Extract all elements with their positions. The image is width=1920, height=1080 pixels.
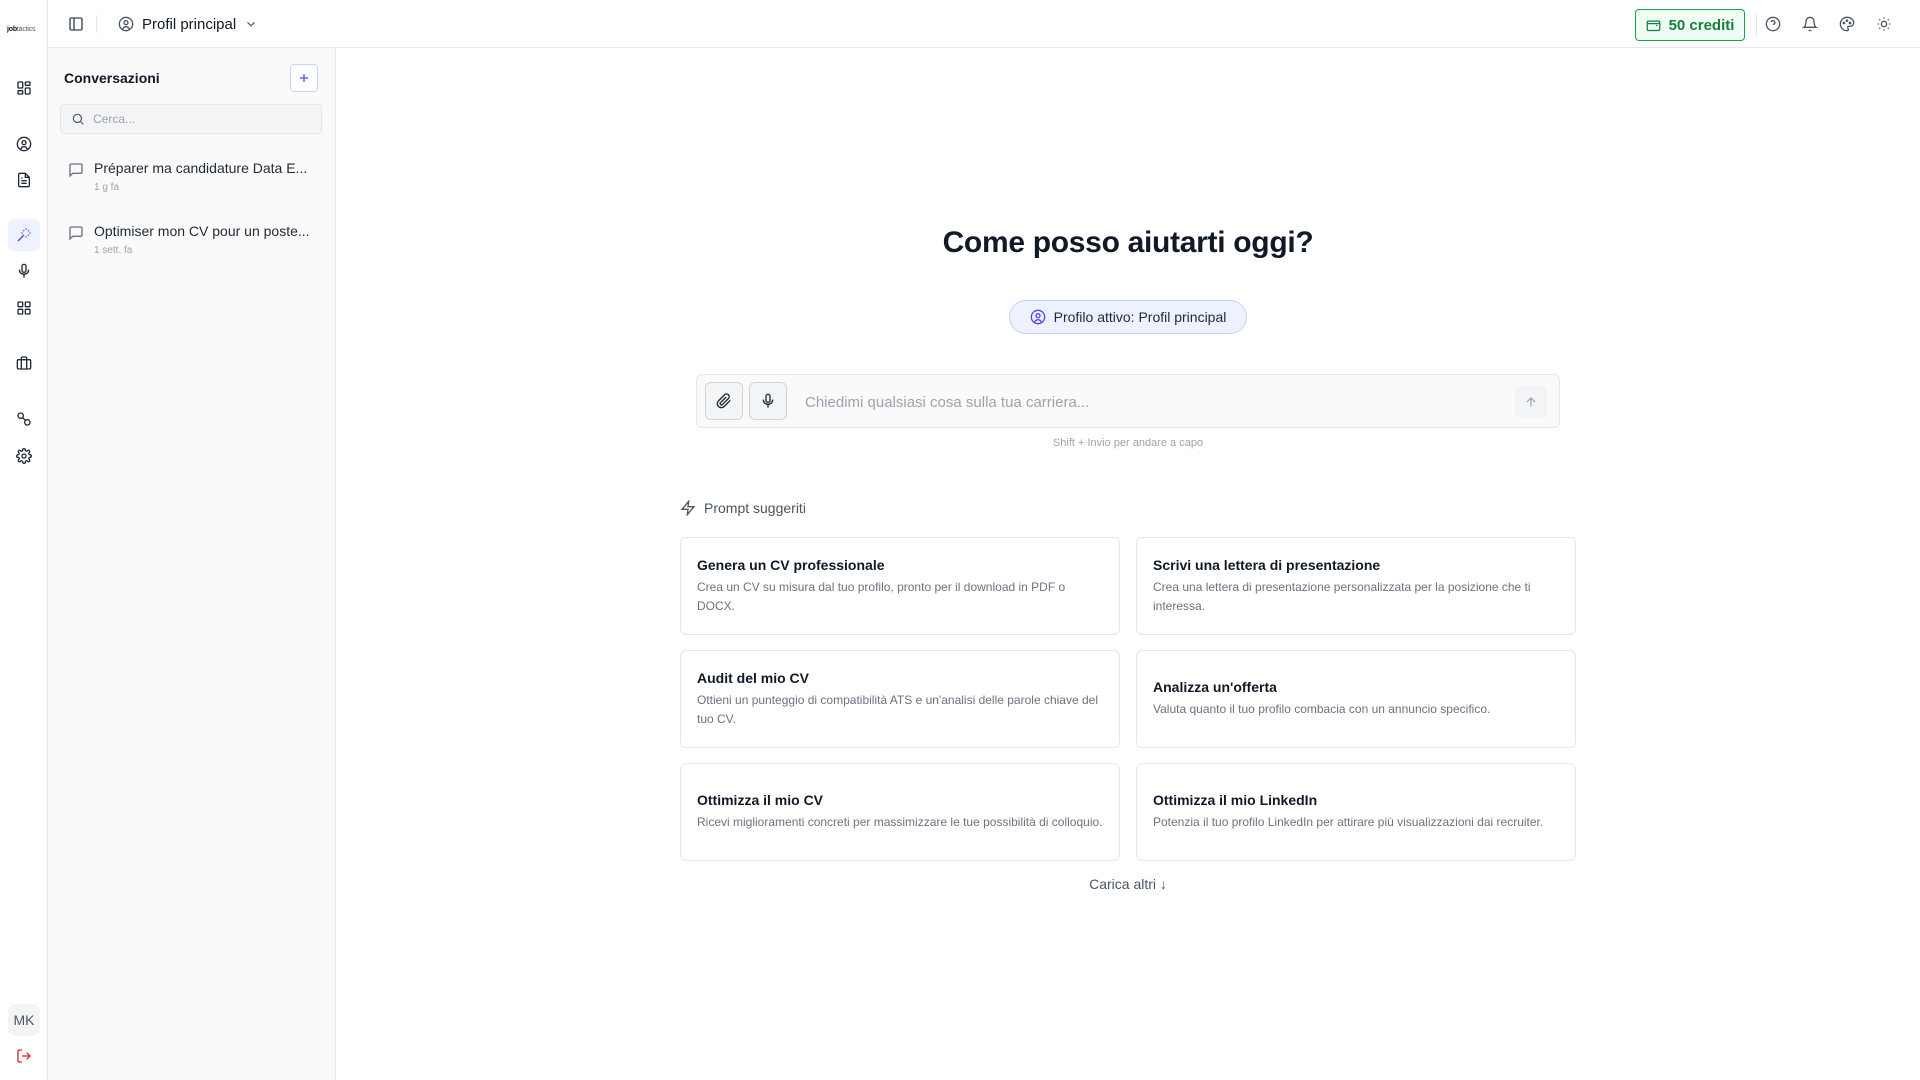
rail-dashboard-button[interactable] <box>8 72 40 104</box>
conversation-search <box>60 104 322 134</box>
rail-integrations-button[interactable] <box>8 403 40 435</box>
logo-text-thin: tactics <box>16 26 36 33</box>
logo-text-bold: job <box>7 26 17 33</box>
suggestion-description: Valuta quanto il tuo profilo combacia co… <box>1153 702 1491 716</box>
suggestion-title: Audit del mio CV <box>697 669 809 686</box>
credits-label: 50 crediti <box>1668 16 1735 34</box>
new-conversation-button[interactable] <box>290 64 318 92</box>
user-circle-icon <box>1030 309 1045 325</box>
conversations-panel: Conversazioni Préparer ma candidature Da… <box>48 48 336 1080</box>
suggestion-card-cv-audit[interactable]: Audit del mio CV Ottieni un punteggio di… <box>680 650 1120 748</box>
conversation-title: Préparer ma candidature Data E... <box>94 160 308 176</box>
rail-apps-button[interactable] <box>8 292 40 324</box>
logout-icon <box>17 1049 31 1063</box>
profile-selector-label: Profil principal <box>142 15 237 33</box>
message-icon <box>69 163 83 178</box>
top-bar: Profil principal 50 crediti <box>48 0 1920 48</box>
microphone-icon <box>762 393 774 408</box>
active-profile-badge[interactable]: Profilo attivo: Profil principal <box>1009 300 1247 334</box>
search-input[interactable] <box>93 112 313 126</box>
conversations-title: Conversazioni <box>64 70 160 86</box>
rail-jobs-button[interactable] <box>8 347 40 379</box>
palette-icon <box>1839 16 1855 32</box>
notifications-button[interactable] <box>1798 12 1822 36</box>
suggestion-card-optimize-cv[interactable]: Ottimizza il mio CV Ricevi miglioramenti… <box>680 763 1120 861</box>
gear-icon <box>16 448 32 464</box>
microphone-icon <box>18 263 30 278</box>
active-profile-label: Profilo attivo: Profil principal <box>1053 309 1227 325</box>
chat-composer <box>696 374 1560 428</box>
user-circle-icon <box>16 136 32 152</box>
link-icon <box>17 412 31 426</box>
rail-documents-button[interactable] <box>8 164 40 196</box>
attach-button[interactable] <box>705 382 743 420</box>
paperclip-icon <box>716 393 731 409</box>
rail-profile-button[interactable] <box>8 128 40 160</box>
suggestion-title: Ottimizza il mio LinkedIn <box>1153 792 1318 808</box>
suggestion-description: Crea una lettera di presentazione person… <box>1153 579 1531 613</box>
logout-button[interactable] <box>8 1040 40 1072</box>
magic-wand-icon <box>17 228 31 242</box>
suggestion-title: Ottimizza il mio CV <box>697 792 824 808</box>
load-more-button[interactable]: Carica altri ↓ <box>336 876 1920 892</box>
icon-rail: jobtactics MK <box>0 0 48 1080</box>
suggestion-title: Analizza un'offerta <box>1153 679 1277 695</box>
suggestion-card-optimize-linkedin[interactable]: Ottimizza il mio LinkedIn Potenzia il tu… <box>1136 763 1576 861</box>
profile-selector[interactable]: Profil principal <box>118 10 258 38</box>
suggested-prompts-label: Prompt suggeriti <box>704 500 806 516</box>
chevron-down-icon <box>247 21 256 27</box>
composer-hint: Shift + Invio per andare a capo <box>1052 437 1204 449</box>
suggestion-description: Ricevi miglioramenti concreti per massim… <box>697 815 1103 829</box>
rail-settings-button[interactable] <box>8 440 40 472</box>
theme-palette-button[interactable] <box>1835 12 1859 36</box>
rail-interview-button[interactable] <box>8 255 40 287</box>
suggestion-description: Ottieni un punteggio di compatibilità AT… <box>697 692 1098 726</box>
chat-input[interactable] <box>805 389 1485 415</box>
light-mode-button[interactable] <box>1872 12 1896 36</box>
app-logo[interactable]: jobtactics <box>7 26 36 33</box>
user-avatar[interactable]: MK <box>8 1004 40 1036</box>
suggestion-card-generate-cv[interactable]: Genera un CV professionale Crea un CV su… <box>680 537 1120 635</box>
briefcase-icon <box>16 356 32 370</box>
bell-icon <box>1802 16 1818 32</box>
suggestion-title: Scrivi una lettera di presentazione <box>1153 556 1381 573</box>
sun-icon <box>1877 17 1891 31</box>
wallet-icon <box>1646 20 1660 31</box>
send-button[interactable] <box>1515 386 1547 418</box>
sidebar-icon <box>69 17 83 31</box>
conversation-item[interactable]: Optimiser mon CV pour un poste... 1 sett… <box>60 215 322 267</box>
conversation-time: 1 sett. fa <box>94 245 133 256</box>
help-circle-icon <box>1765 16 1781 32</box>
suggested-prompts-header: Prompt suggeriti <box>680 500 806 516</box>
arrow-up-icon <box>1526 397 1536 407</box>
suggestion-title: Genera un CV professionale <box>697 556 885 573</box>
page-title: Come posso aiutarti oggi? <box>942 226 1314 259</box>
grid-icon <box>17 301 31 315</box>
rail-ai-assistant-button[interactable] <box>8 219 40 251</box>
plus-icon <box>299 73 309 83</box>
user-circle-icon <box>118 16 134 32</box>
lightning-icon <box>680 500 696 516</box>
message-icon <box>69 226 83 241</box>
search-icon <box>72 113 84 125</box>
voice-input-button[interactable] <box>749 382 787 420</box>
sidebar-toggle-button[interactable] <box>64 12 88 36</box>
conversation-item[interactable]: Préparer ma candidature Data E... 1 g fa <box>60 152 322 204</box>
divider <box>1756 13 1757 37</box>
suggestion-description: Crea un CV su misura dal tuo profilo, pr… <box>697 579 1066 613</box>
suggestion-card-cover-letter[interactable]: Scrivi una lettera di presentazione Crea… <box>1136 537 1576 635</box>
conversation-title: Optimiser mon CV pour un poste... <box>94 223 310 239</box>
help-button[interactable] <box>1761 12 1785 36</box>
credits-button[interactable]: 50 crediti <box>1635 9 1745 41</box>
document-icon <box>18 172 30 188</box>
divider <box>96 15 97 33</box>
dashboard-icon <box>17 81 31 95</box>
conversation-time: 1 g fa <box>94 182 120 193</box>
suggestion-description: Potenzia il tuo profilo LinkedIn per att… <box>1153 815 1544 829</box>
suggestion-card-analyze-offer[interactable]: Analizza un'offerta Valuta quanto il tuo… <box>1136 650 1576 748</box>
